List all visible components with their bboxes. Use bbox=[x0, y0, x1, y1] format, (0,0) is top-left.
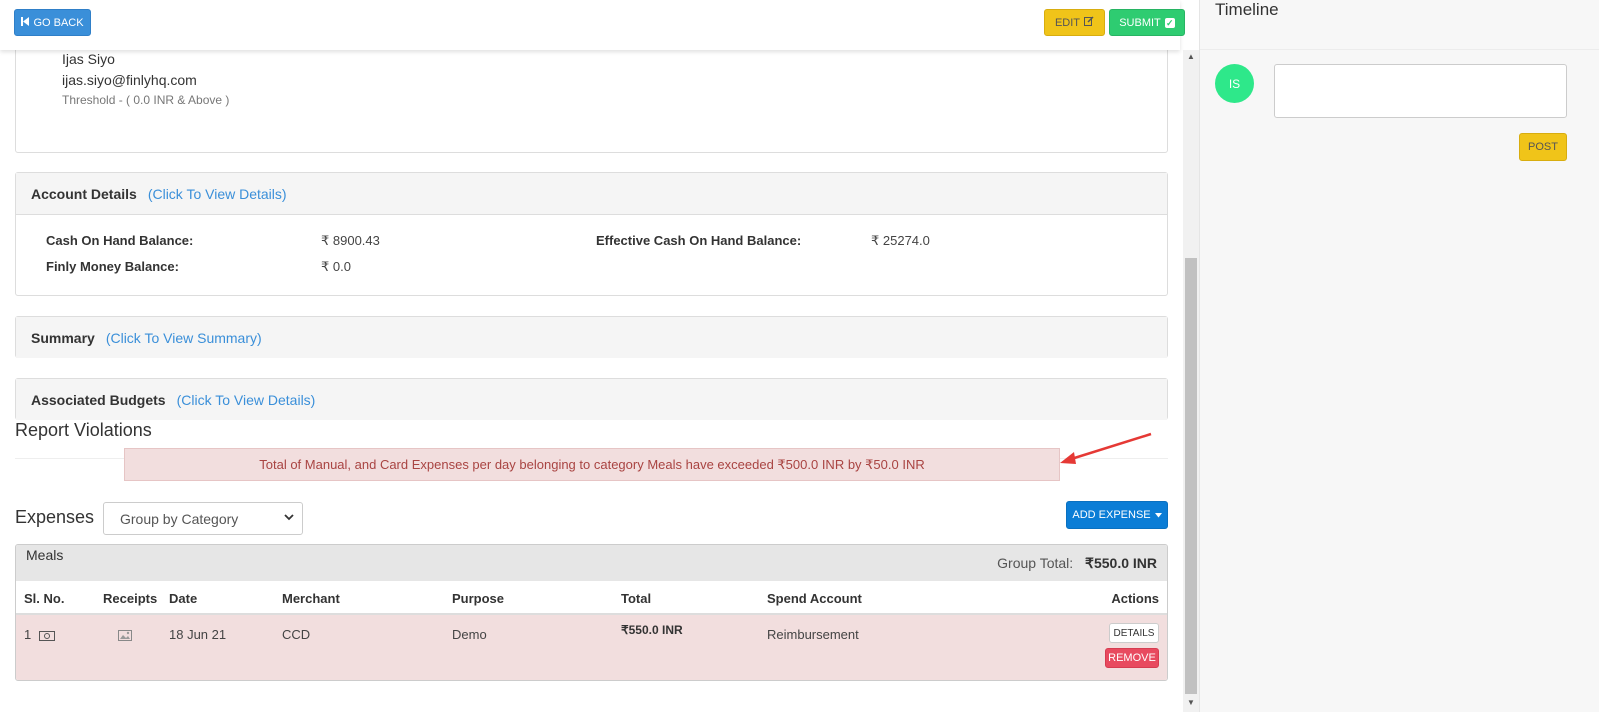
cash-icon bbox=[39, 629, 55, 644]
approver-email: ijas.siyo@finlyhq.com bbox=[62, 72, 197, 88]
violation-alert: Total of Manual, and Card Expenses per d… bbox=[124, 448, 1060, 481]
row-merchant: CCD bbox=[282, 627, 311, 642]
column-total: Total bbox=[621, 591, 652, 606]
finly-money-label: Finly Money Balance: bbox=[46, 259, 179, 274]
column-merchant: Merchant bbox=[282, 591, 340, 606]
approver-name: Ijas Siyo bbox=[62, 51, 115, 67]
summary-panel: Summary (Click To View Summary) bbox=[15, 316, 1168, 358]
expenses-title: Expenses bbox=[15, 507, 95, 527]
account-details-link[interactable]: (Click To View Details) bbox=[148, 186, 287, 202]
cash-on-hand-value: ₹ 8900.43 bbox=[321, 233, 380, 248]
associated-budgets-panel: Associated Budgets (Click To View Detail… bbox=[15, 378, 1168, 420]
expenses-table-header: Sl. No. Receipts Date Merchant Purpose T… bbox=[16, 581, 1167, 615]
avatar: IS bbox=[1215, 64, 1254, 103]
edit-button[interactable]: EDIT bbox=[1044, 9, 1105, 36]
effective-cash-label: Effective Cash On Hand Balance: bbox=[596, 233, 802, 248]
timeline-sidebar: Timeline IS bbox=[1199, 0, 1599, 712]
row-purpose: Demo bbox=[452, 627, 487, 642]
expense-group-meals: Meals Group Total: ₹550.0 INR Sl. No. Re… bbox=[15, 544, 1168, 681]
timeline-divider bbox=[1200, 49, 1599, 50]
associated-budgets-link[interactable]: (Click To View Details) bbox=[177, 392, 316, 408]
column-spend-account: Spend Account bbox=[767, 591, 862, 606]
row-spend-account: Reimbursement bbox=[767, 627, 859, 642]
add-expense-button[interactable]: ADD EXPENSE bbox=[1066, 501, 1168, 529]
expense-group-total: Group Total: ₹550.0 INR bbox=[997, 555, 1157, 572]
expense-group-name: Meals bbox=[26, 547, 64, 563]
group-total-label: Group Total: bbox=[997, 555, 1074, 571]
go-back-label: GO BACK bbox=[33, 16, 84, 29]
column-receipts: Receipts bbox=[103, 591, 158, 606]
row-sl-no: 1 bbox=[24, 627, 32, 642]
annotation-arrow-icon bbox=[1060, 432, 1152, 464]
column-sl-no: Sl. No. bbox=[24, 591, 65, 606]
submit-label: SUBMIT bbox=[1119, 16, 1161, 29]
associated-budgets-header[interactable]: Associated Budgets (Click To View Detail… bbox=[16, 379, 1167, 420]
row-date: 18 Jun 21 bbox=[169, 627, 227, 642]
chevron-down-icon bbox=[284, 513, 294, 524]
remove-button[interactable]: REMOVE bbox=[1105, 648, 1159, 668]
check-icon: ✓ bbox=[1164, 17, 1175, 28]
finly-money-value: ₹ 0.0 bbox=[321, 259, 351, 274]
scroll-up-icon[interactable]: ▲ bbox=[1183, 52, 1199, 64]
details-button[interactable]: DETAILS bbox=[1109, 623, 1159, 643]
scrollbar-thumb[interactable] bbox=[1185, 258, 1197, 694]
group-by-selected: Group by Category bbox=[120, 510, 239, 527]
account-details-body: Cash On Hand Balance: ₹ 8900.43 Finly Mo… bbox=[16, 215, 1167, 297]
top-toolbar: GO BACK EDIT SUBMIT ✓ bbox=[0, 0, 1185, 50]
submit-button[interactable]: SUBMIT ✓ bbox=[1109, 9, 1185, 36]
add-expense-label: ADD EXPENSE bbox=[1072, 509, 1151, 521]
go-back-button[interactable]: GO BACK bbox=[14, 9, 91, 36]
caret-down-icon bbox=[1154, 509, 1162, 521]
scroll-down-icon[interactable]: ▼ bbox=[1183, 698, 1199, 710]
column-purpose: Purpose bbox=[452, 591, 505, 606]
row-total: ₹550.0 INR bbox=[621, 623, 683, 637]
account-details-header[interactable]: Account Details (Click To View Details) bbox=[16, 173, 1167, 215]
associated-budgets-title: Associated Budgets bbox=[31, 391, 166, 408]
summary-link[interactable]: (Click To View Summary) bbox=[106, 330, 262, 346]
column-actions: Actions bbox=[1111, 591, 1159, 606]
summary-header[interactable]: Summary (Click To View Summary) bbox=[16, 317, 1167, 358]
edit-label: EDIT bbox=[1054, 16, 1081, 29]
summary-title: Summary bbox=[31, 329, 95, 346]
group-by-select[interactable]: Group by Category bbox=[103, 502, 303, 535]
cash-on-hand-label: Cash On Hand Balance: bbox=[46, 233, 194, 248]
report-main: Ijas Siyo ijas.siyo@finlyhq.com Threshol… bbox=[0, 50, 1180, 712]
effective-cash-value: ₹ 25274.0 bbox=[871, 233, 930, 248]
table-row: 1 18 Jun 21 CCD Demo ₹550.0 INR Reimburs… bbox=[16, 615, 1167, 680]
account-details-title: Account Details bbox=[31, 185, 137, 202]
account-details-panel: Account Details (Click To View Details) … bbox=[15, 172, 1168, 296]
main-scrollbar[interactable]: ▲ ▼ bbox=[1183, 50, 1199, 712]
approver-threshold: Threshold - ( 0.0 INR & Above ) bbox=[62, 93, 230, 107]
violation-message: Total of Manual, and Card Expenses per d… bbox=[259, 456, 925, 472]
report-violations-title: Report Violations bbox=[15, 420, 152, 440]
skip-back-icon bbox=[21, 16, 30, 29]
expense-group-header: Meals Group Total: ₹550.0 INR bbox=[16, 545, 1167, 581]
edit-icon bbox=[1084, 16, 1094, 29]
approver-card: Ijas Siyo ijas.siyo@finlyhq.com Threshol… bbox=[15, 50, 1168, 153]
comment-input[interactable] bbox=[1274, 64, 1567, 118]
post-button[interactable]: POST bbox=[1519, 133, 1567, 161]
timeline-title: Timeline bbox=[1215, 0, 1279, 19]
image-icon[interactable] bbox=[118, 629, 132, 644]
column-date: Date bbox=[169, 591, 198, 606]
group-total-value: ₹550.0 INR bbox=[1085, 555, 1157, 571]
